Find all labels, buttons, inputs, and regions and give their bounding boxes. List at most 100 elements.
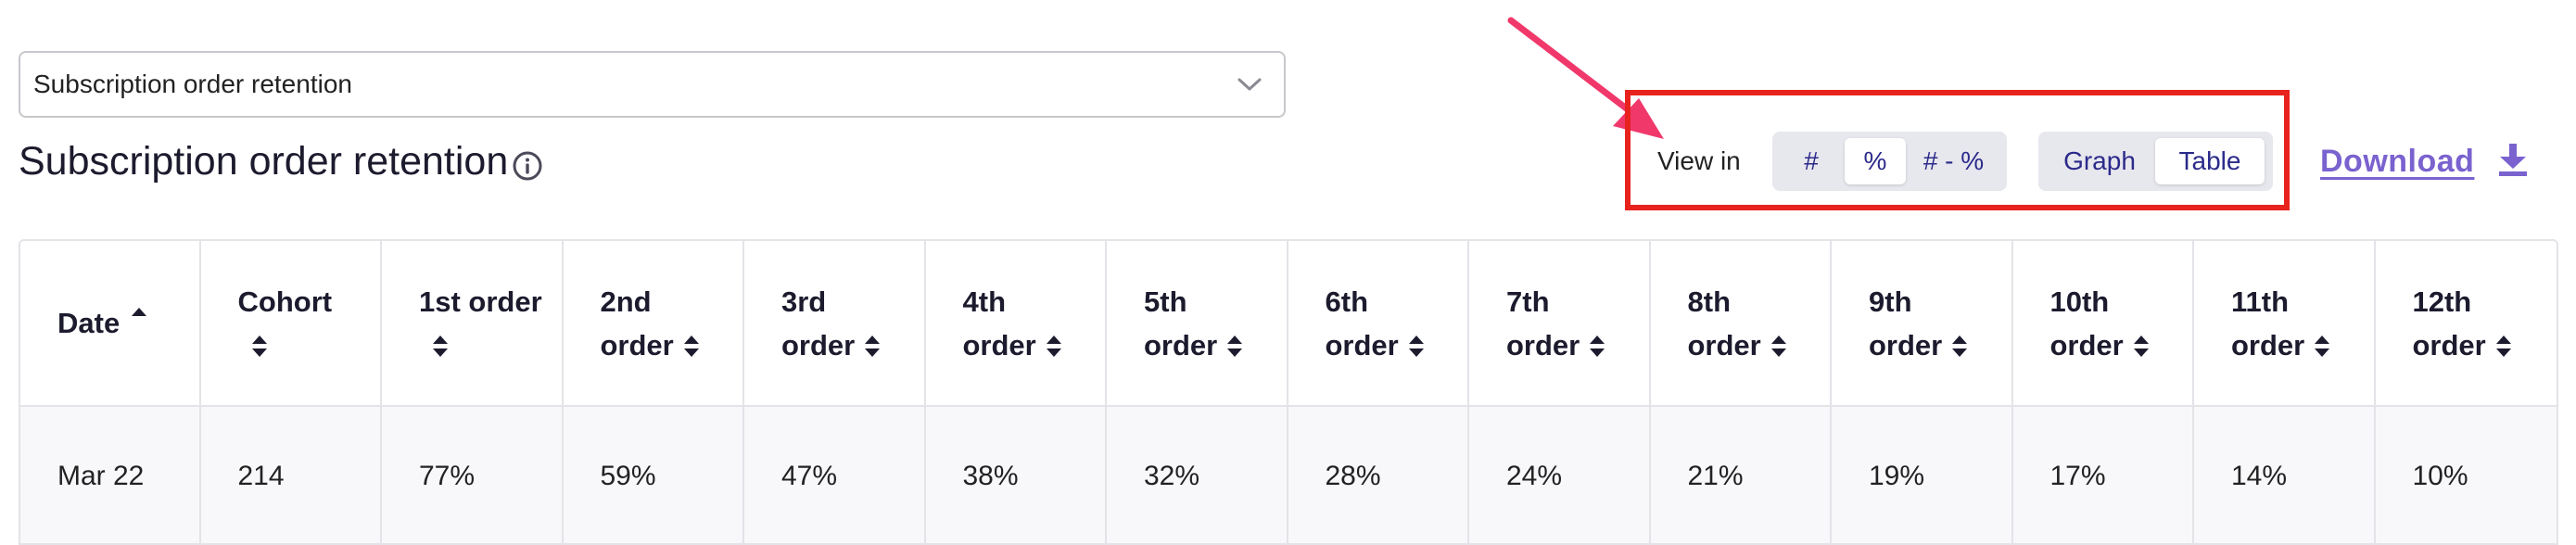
column-header-text: order [1506, 328, 1580, 361]
column-header-label: 5th order [1144, 280, 1243, 367]
column-header-text: 4th [962, 285, 1007, 318]
column-header-text: 11th [2231, 285, 2290, 318]
table-cell: 14% [2194, 407, 2376, 543]
column-header-text: Date [57, 307, 121, 339]
column-header-text: order [2412, 328, 2486, 361]
table-cell: 59% [564, 407, 744, 543]
column-header-text: 2nd [600, 285, 652, 318]
info-icon[interactable] [512, 150, 543, 182]
sort-icon[interactable] [2314, 334, 2330, 360]
column-header-text: 5th [1144, 285, 1187, 318]
sort-icon[interactable] [2133, 334, 2150, 360]
table-cell: 47% [744, 407, 926, 543]
page-title-text: Subscription order retention [19, 139, 509, 184]
column-header-text: 8th [1687, 285, 1732, 318]
table-cell: 19% [1832, 407, 2013, 543]
column-header-label: 3rd order [781, 280, 881, 367]
column-header-label: 9th order [1869, 280, 1968, 367]
sort-icon[interactable] [1046, 334, 1062, 360]
column-header[interactable]: 5th order [1107, 241, 1288, 405]
column-header[interactable]: 6th order [1288, 241, 1469, 405]
column-header[interactable]: Date [20, 241, 201, 405]
sort-icon[interactable] [1770, 334, 1787, 360]
column-header-label: 2nd order [601, 280, 700, 367]
table-cell: 77% [382, 407, 564, 543]
sort-icon[interactable] [251, 334, 268, 360]
table-row: Mar 22 214 77% 59% 47% 38% 32% 28% 24% 21% 19% 17% 1… [20, 407, 2557, 543]
sort-icon[interactable] [1951, 334, 1968, 360]
view-mode-count-percent[interactable]: # - % [1906, 138, 2001, 184]
column-header-text: 6th [1325, 285, 1369, 318]
display-mode-toggle: Graph Table [2038, 132, 2273, 191]
table-cell: 21% [1651, 407, 1832, 543]
display-mode-table[interactable]: Table [2155, 138, 2265, 184]
table-cell: 28% [1288, 407, 1469, 543]
column-header-text: 9th [1869, 285, 1912, 318]
column-header-label: 11th order [2231, 280, 2330, 367]
table-header-row: Date Cohort 1st order 2nd order 3rd order 4th or… [20, 241, 2557, 407]
column-header-text: 7th [1506, 285, 1550, 318]
column-header-text: order [2231, 328, 2305, 361]
table-cell: 38% [926, 407, 1107, 543]
view-mode-count[interactable]: # [1778, 138, 1845, 184]
page-title: Subscription order retention [19, 139, 543, 184]
sort-icon[interactable] [683, 334, 700, 360]
column-header-label: 4th order [963, 280, 1062, 367]
column-header[interactable]: 11th order [2194, 241, 2376, 405]
column-header-text: 1st order [419, 285, 542, 318]
download-link[interactable]: Download [2320, 144, 2474, 180]
display-mode-graph[interactable]: Graph [2044, 138, 2155, 184]
column-header-text: 12th [2412, 285, 2472, 318]
column-header-text: order [1687, 328, 1761, 361]
column-header[interactable]: 7th order [1469, 241, 1651, 405]
column-header-text: 3rd [781, 285, 827, 318]
column-header[interactable]: 10th order [2013, 241, 2194, 405]
sort-ascending-icon[interactable] [131, 306, 147, 332]
column-header-text: order [1869, 328, 1943, 361]
column-header-text: order [600, 328, 674, 361]
table-cell: 24% [1469, 407, 1651, 543]
table-cell: 214 [201, 407, 382, 543]
table-cell: 17% [2013, 407, 2194, 543]
column-header-text: order [962, 328, 1036, 361]
column-header-text: order [781, 328, 856, 361]
sort-icon[interactable] [1226, 334, 1243, 360]
column-header-label: Cohort [237, 280, 333, 367]
retention-table: Date Cohort 1st order 2nd order 3rd order 4th or… [19, 239, 2558, 545]
metric-select-value: Subscription order retention [33, 70, 352, 98]
column-header[interactable]: 1st order [382, 241, 564, 405]
column-header-label: 12th order [2413, 280, 2512, 367]
column-header[interactable]: 3rd order [744, 241, 926, 405]
column-header-text: Cohort [237, 285, 333, 318]
column-header-label: 10th order [2050, 280, 2150, 367]
column-header[interactable]: 2nd order [564, 241, 744, 405]
view-mode-percent[interactable]: % [1845, 138, 1906, 184]
column-header[interactable]: 8th order [1651, 241, 1832, 405]
column-header-text: order [1325, 328, 1399, 361]
sort-icon[interactable] [1589, 334, 1605, 360]
download-icon[interactable] [2496, 141, 2530, 178]
column-header-text: 10th [2049, 285, 2110, 318]
sort-icon[interactable] [432, 334, 449, 360]
column-header-label: 8th order [1688, 280, 1787, 367]
column-header-label: Date [57, 301, 147, 345]
column-header[interactable]: 9th order [1832, 241, 2013, 405]
sort-icon[interactable] [2495, 334, 2512, 360]
view-mode-toggle: # % # - % [1772, 132, 2007, 191]
column-header[interactable]: 4th order [926, 241, 1107, 405]
view-in-label: View in [1657, 146, 1741, 175]
column-header-label: 1st order [419, 280, 542, 367]
column-header[interactable]: Cohort [201, 241, 382, 405]
table-cell: 10% [2412, 461, 2468, 491]
column-header-text: order [1144, 328, 1218, 361]
column-header[interactable]: 12th order [2376, 241, 2557, 405]
column-header-label: 7th order [1506, 280, 1605, 367]
column-header-label: 6th order [1326, 280, 1425, 367]
chevron-down-icon [1237, 78, 1262, 91]
metric-select[interactable]: Subscription order retention [19, 51, 1286, 118]
sort-icon[interactable] [1408, 334, 1425, 360]
table-cell: 32% [1107, 407, 1288, 543]
table-cell: Mar 22 [20, 407, 201, 543]
sort-icon[interactable] [864, 334, 881, 360]
column-header-text: order [2049, 328, 2124, 361]
